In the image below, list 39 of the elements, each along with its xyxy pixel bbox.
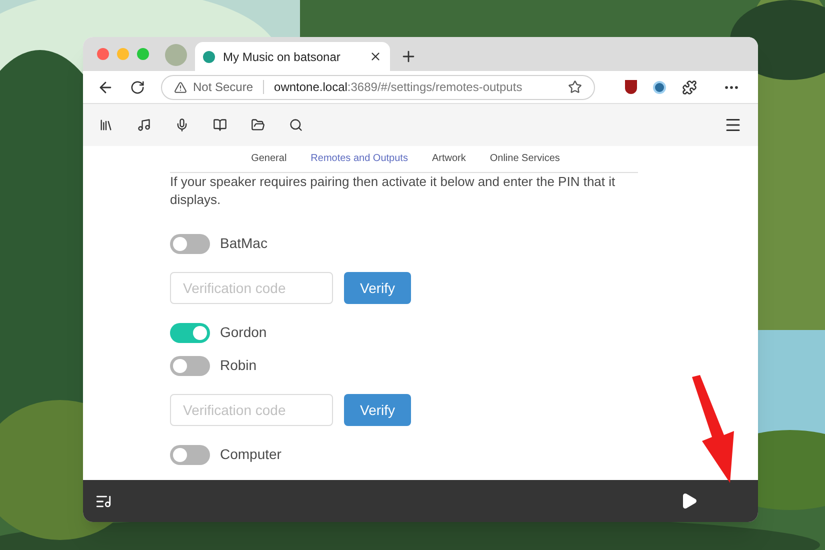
extensions-icon[interactable] xyxy=(682,80,697,94)
play-icon[interactable] xyxy=(680,492,698,510)
warning-icon xyxy=(174,80,187,94)
intro-text: If your speaker requires pairing then activate it below and enter the PIN that it displays. xyxy=(170,172,638,209)
music-note-icon[interactable] xyxy=(137,118,151,132)
url-text: owntone.local:3689/#/settings/remotes-outputs xyxy=(274,79,524,96)
settings-tab[interactable]: Artwork xyxy=(428,151,470,166)
new-tab-icon[interactable] xyxy=(400,48,417,65)
bookmark-star-icon[interactable] xyxy=(568,80,582,94)
library-icon[interactable] xyxy=(99,118,113,132)
folder-icon[interactable] xyxy=(251,118,265,132)
reload-icon[interactable] xyxy=(130,80,145,94)
site-favicon-icon xyxy=(203,50,215,62)
verify-button[interactable]: Verify xyxy=(344,272,412,304)
settings-tab[interactable]: Remotes and Outputs xyxy=(306,151,412,166)
security-label: Not Secure xyxy=(193,79,254,96)
toggle-switch[interactable] xyxy=(170,322,210,342)
toggle-switch[interactable] xyxy=(170,234,210,254)
settings-tab[interactable]: General xyxy=(247,151,291,166)
output-label: Computer xyxy=(220,445,282,464)
microphone-icon[interactable] xyxy=(175,118,189,132)
output-label: BatMac xyxy=(220,234,268,253)
verification-field[interactable]: Verification code xyxy=(170,394,333,426)
settings-tab[interactable]: Online Services xyxy=(486,151,564,166)
toggle-switch[interactable] xyxy=(170,356,210,376)
extension-icon[interactable] xyxy=(653,80,666,94)
menu-icon[interactable] xyxy=(724,116,742,134)
shield-extension-icon[interactable] xyxy=(625,80,637,94)
book-icon[interactable] xyxy=(213,118,227,132)
verification-field[interactable]: Verification code xyxy=(170,272,333,304)
search-icon[interactable] xyxy=(289,118,303,132)
toggle-switch[interactable] xyxy=(170,444,210,464)
close-tab-icon[interactable] xyxy=(369,50,382,63)
output-label: Gordon xyxy=(220,323,267,342)
address-bar[interactable]: Not Secure owntone.local:3689/#/settings/remotes-outputs xyxy=(161,74,595,100)
browser-tab[interactable]: My Music on batsonar xyxy=(195,42,390,71)
tab-title: My Music on batsonar xyxy=(223,48,342,66)
output-label: Robin xyxy=(220,356,257,375)
verify-button[interactable]: Verify xyxy=(344,394,412,426)
